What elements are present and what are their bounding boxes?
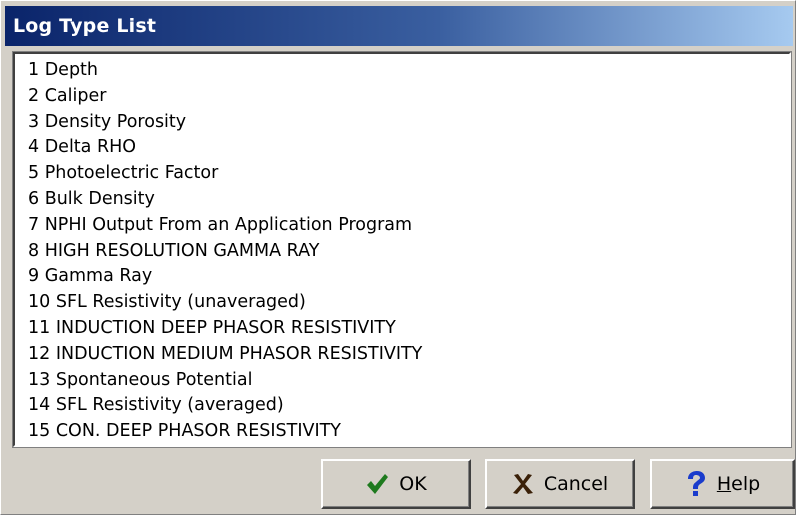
- list-item[interactable]: 13 Spontaneous Potential: [28, 368, 789, 394]
- list-item[interactable]: 9 Gamma Ray: [28, 264, 789, 290]
- checkmark-icon: [365, 472, 389, 496]
- list-item[interactable]: 6 Bulk Density: [28, 187, 789, 213]
- list-item[interactable]: 1 Depth: [28, 58, 789, 84]
- log-type-list-dialog: Log Type List 1 Depth 2 Caliper 3 Density …: [0, 0, 796, 515]
- log-type-listbox[interactable]: 1 Depth 2 Caliper 3 Density Porosity 4 Delt…: [12, 51, 792, 448]
- list-item[interactable]: 10 SFL Resistivity (unaveraged): [28, 290, 789, 316]
- list-item[interactable]: 8 HIGH RESOLUTION GAMMA RAY: [28, 239, 789, 265]
- ok-button-label: OK: [399, 473, 427, 495]
- list-item[interactable]: 12 INDUCTION MEDIUM PHASOR RESISTIVITY: [28, 342, 789, 368]
- list-item[interactable]: 11 INDUCTION DEEP PHASOR RESISTIVITY: [28, 316, 789, 342]
- help-mnemonic: H: [716, 473, 732, 495]
- list-item[interactable]: 4 Delta RHO: [28, 135, 789, 161]
- cancel-button-label: Cancel: [543, 473, 609, 495]
- help-button[interactable]: Help: [650, 459, 795, 509]
- list-item[interactable]: 3 Density Porosity: [28, 110, 789, 136]
- list-item[interactable]: 2 Caliper: [28, 84, 789, 110]
- help-label-rest: elp: [731, 473, 761, 495]
- help-button-label: Help: [717, 473, 760, 495]
- list-item[interactable]: 15 CON. DEEP PHASOR RESISTIVITY: [28, 419, 789, 445]
- cancel-button[interactable]: Cancel: [485, 459, 635, 509]
- log-type-items: 1 Depth 2 Caliper 3 Density Porosity 4 Delt…: [15, 54, 789, 445]
- x-icon: [512, 473, 534, 495]
- list-item[interactable]: 5 Photoelectric Factor: [28, 161, 789, 187]
- question-mark-icon: [685, 471, 707, 497]
- title-bar[interactable]: Log Type List: [5, 6, 793, 46]
- list-item[interactable]: 14 SFL Resistivity (averaged): [28, 393, 789, 419]
- dialog-title: Log Type List: [13, 15, 157, 37]
- list-item[interactable]: 7 NPHI Output From an Application Progra…: [28, 213, 789, 239]
- ok-button[interactable]: OK: [321, 459, 471, 509]
